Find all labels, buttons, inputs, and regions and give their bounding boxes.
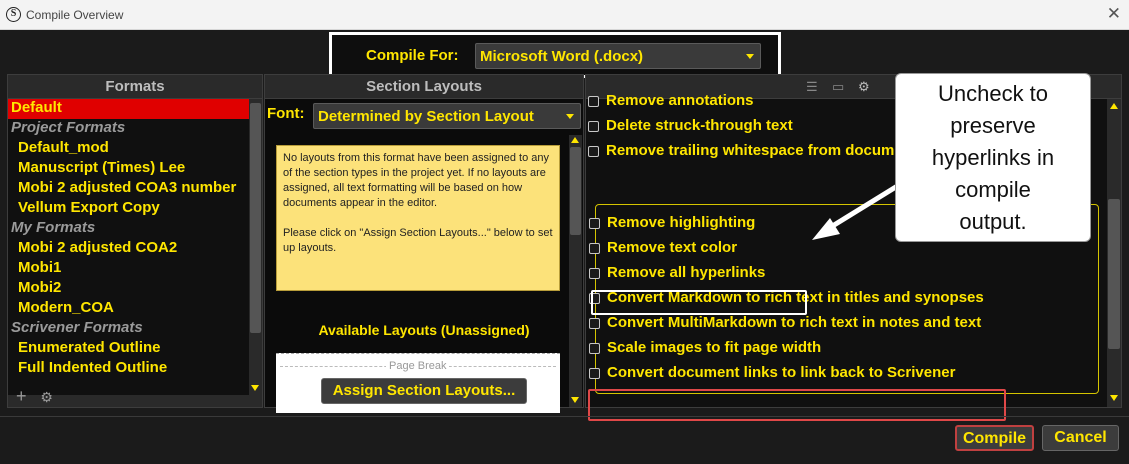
annotation-callout: Uncheck to preserve hyperlinks in compil… — [895, 73, 1091, 242]
annotation-line: preserve — [950, 113, 1036, 138]
title-bar: S Compile Overview ✕ — [0, 0, 1129, 30]
annotation-line: Uncheck to — [937, 81, 1049, 106]
annotation-line: compile — [955, 177, 1031, 202]
window-title: Compile Overview — [26, 8, 124, 22]
annotation-line: output. — [959, 209, 1027, 234]
compile-dialog: Compile For: Microsoft Word (.docx) Form… — [0, 30, 1129, 464]
cancel-button[interactable]: Cancel — [1042, 425, 1119, 451]
divider — [0, 416, 1129, 417]
compile-button[interactable]: Compile — [955, 425, 1034, 451]
annotation-line: hyperlinks in — [931, 145, 1055, 170]
close-icon[interactable]: ✕ — [1107, 4, 1121, 24]
scrivener-app-icon: S — [6, 7, 21, 22]
